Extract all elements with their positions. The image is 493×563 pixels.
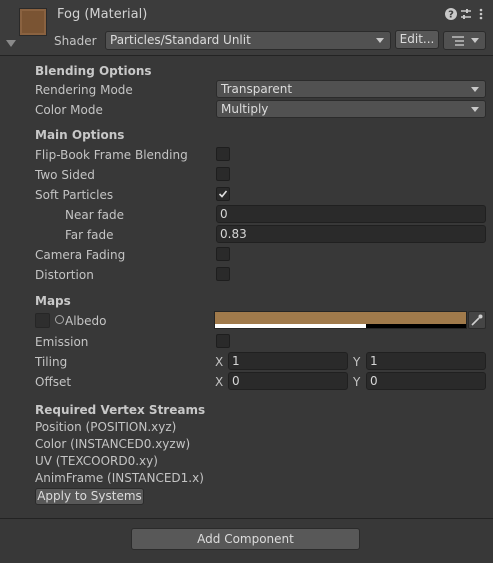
offset-label: Offset [35,375,72,389]
object-picker-icon[interactable] [55,315,64,324]
chevron-down-icon [471,38,479,43]
albedo-color-swatch [215,312,466,324]
offset-x-label: X [215,375,224,389]
albedo-color-field[interactable] [214,311,467,329]
offset-y-label: Y [353,375,361,389]
tiling-x-label: X [215,355,224,369]
svg-text:?: ? [448,10,454,21]
stream-item: AnimFrame (INSTANCED1.x) [35,471,204,485]
emission-label: Emission [35,335,89,349]
context-menu-icon[interactable] [474,7,488,21]
list-icon [452,36,464,46]
section-vertex-streams: Required Vertex Streams [35,403,206,417]
far-fade-label: Far fade [65,228,114,242]
color-mode-dropdown[interactable]: Multiply [216,100,486,118]
offset-x-field[interactable]: 0 [228,372,348,390]
distortion-checkbox[interactable] [216,267,230,281]
footer-divider [0,518,493,519]
rendering-mode-label: Rendering Mode [35,83,133,97]
section-maps: Maps [35,294,71,308]
albedo-texture-slot[interactable] [35,313,50,328]
help-icon[interactable]: ? [444,7,458,21]
soft-particles-label: Soft Particles [35,188,114,202]
foldout-arrow-icon[interactable] [6,40,16,47]
chevron-down-icon [376,38,384,43]
shader-options-dropdown[interactable] [443,31,486,50]
color-mode-value: Multiply [221,102,269,116]
rendering-mode-value: Transparent [221,82,293,96]
edit-shader-button[interactable]: Edit... [395,30,439,49]
emission-checkbox[interactable] [216,334,230,348]
color-mode-label: Color Mode [35,103,103,117]
near-fade-field[interactable]: 0 [216,205,486,223]
two-sided-checkbox[interactable] [216,167,230,181]
far-fade-field[interactable]: 0.83 [216,225,486,243]
near-fade-label: Near fade [65,208,125,222]
stream-item: UV (TEXCOORD0.xy) [35,454,158,468]
apply-to-systems-button[interactable]: Apply to Systems [35,488,144,505]
tiling-x-field[interactable]: 1 [228,352,348,370]
camera-fading-checkbox[interactable] [216,247,230,261]
eyedropper-button[interactable] [468,311,486,329]
flipbook-blending-checkbox[interactable] [216,147,230,161]
albedo-alpha-track [215,324,466,328]
stream-item: Position (POSITION.xyz) [35,420,177,434]
chevron-down-icon [471,107,479,112]
material-header: Fog (Material) ? Shader Particles/Standa… [0,0,493,56]
shader-value: Particles/Standard Unlit [110,33,251,47]
stream-item: Color (INSTANCED0.xyzw) [35,437,191,451]
two-sided-label: Two Sided [35,168,95,182]
soft-particles-checkbox[interactable] [216,187,230,201]
material-preview-thumbnail [19,8,47,36]
rendering-mode-dropdown[interactable]: Transparent [216,80,486,98]
offset-y-field[interactable]: 0 [366,372,486,390]
flipbook-blending-label: Flip-Book Frame Blending [35,148,188,162]
add-component-button[interactable]: Add Component [131,528,360,550]
tiling-y-label: Y [353,355,361,369]
camera-fading-label: Camera Fading [35,248,126,262]
tiling-label: Tiling [35,355,68,369]
albedo-alpha-bar [215,324,366,328]
chevron-down-icon [471,87,479,92]
section-main-options: Main Options [35,128,125,142]
shader-dropdown[interactable]: Particles/Standard Unlit [105,31,391,50]
section-blending-options: Blending Options [35,64,152,78]
shader-label: Shader [54,34,97,48]
checkmark-icon [218,190,228,198]
distortion-label: Distortion [35,268,94,282]
tiling-y-field[interactable]: 1 [366,352,486,370]
eyedropper-icon [471,314,483,326]
material-title: Fog (Material) [57,7,148,22]
presets-settings-icon[interactable] [459,7,473,21]
albedo-label: Albedo [65,314,107,328]
